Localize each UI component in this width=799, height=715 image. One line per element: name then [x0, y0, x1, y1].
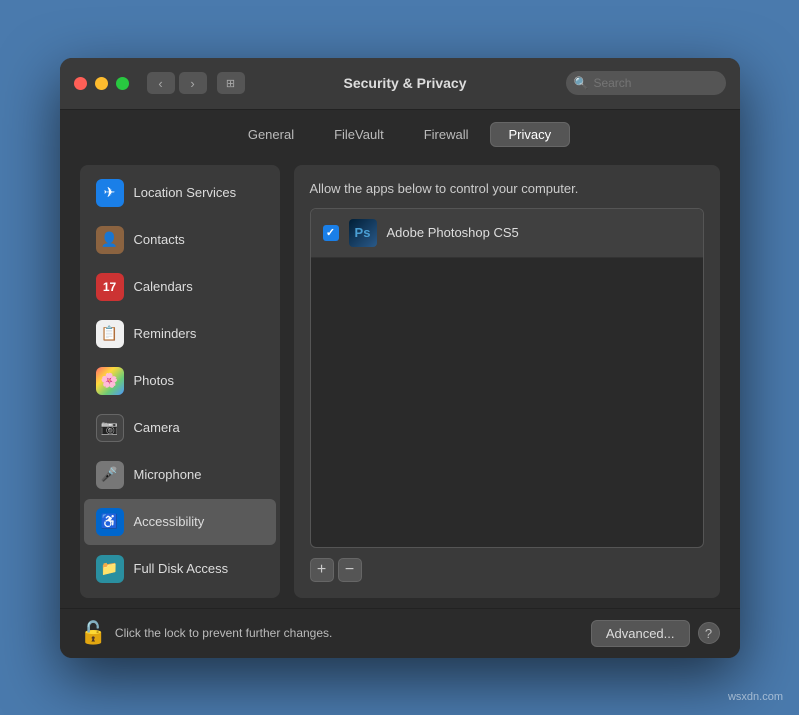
tab-firewall[interactable]: Firewall: [405, 122, 488, 147]
tab-privacy[interactable]: Privacy: [490, 122, 571, 147]
nav-buttons: ‹ ›: [147, 72, 207, 94]
main-content: ✈ Location Services 👤 Contacts 17 Calend…: [60, 155, 740, 608]
sidebar-item-microphone[interactable]: 🎤 Microphone: [84, 452, 276, 498]
titlebar: ‹ › ⊞ Security & Privacy 🔍: [60, 58, 740, 110]
sidebar-item-reminders[interactable]: 📋 Reminders: [84, 311, 276, 357]
search-input[interactable]: [593, 76, 717, 90]
sidebar-item-label: Full Disk Access: [134, 561, 229, 576]
sidebar-item-label: Location Services: [134, 185, 237, 200]
panel-actions: + −: [310, 558, 704, 582]
maximize-button[interactable]: [116, 77, 129, 90]
sidebar-item-full-disk-access[interactable]: 📁 Full Disk Access: [84, 546, 276, 592]
sidebar-item-calendars[interactable]: 17 Calendars: [84, 264, 276, 310]
sidebar-item-label: Microphone: [134, 467, 202, 482]
forward-button[interactable]: ›: [179, 72, 207, 94]
apps-list: Ps Adobe Photoshop CS5: [310, 208, 704, 548]
sidebar-item-label: Camera: [134, 420, 180, 435]
lock-icon[interactable]: 🔓: [80, 620, 107, 646]
contacts-icon: 👤: [96, 226, 124, 254]
sidebar-item-contacts[interactable]: 👤 Contacts: [84, 217, 276, 263]
panel-description: Allow the apps below to control your com…: [310, 181, 704, 196]
search-icon: 🔍: [574, 76, 589, 90]
photos-icon: 🌸: [96, 367, 124, 395]
system-preferences-window: ‹ › ⊞ Security & Privacy 🔍 General FileV…: [60, 58, 740, 658]
app-checkbox-photoshop[interactable]: [323, 225, 339, 241]
window-title: Security & Privacy: [255, 75, 556, 91]
calendars-icon: 17: [96, 273, 124, 301]
sidebar-item-label: Reminders: [134, 326, 197, 341]
advanced-button[interactable]: Advanced...: [591, 620, 690, 647]
sidebar-item-label: Contacts: [134, 232, 185, 247]
search-box[interactable]: 🔍: [566, 71, 726, 95]
microphone-icon: 🎤: [96, 461, 124, 489]
lock-area: 🔓 Click the lock to prevent further chan…: [80, 620, 591, 646]
sidebar-item-accessibility[interactable]: ♿ Accessibility: [84, 499, 276, 545]
tabs-row: General FileVault Firewall Privacy: [60, 110, 740, 155]
sidebar-item-photos[interactable]: 🌸 Photos: [84, 358, 276, 404]
sidebar-item-label: Photos: [134, 373, 174, 388]
sidebar-item-camera[interactable]: 📷 Camera: [84, 405, 276, 451]
close-button[interactable]: [74, 77, 87, 90]
tab-filevault[interactable]: FileVault: [315, 122, 403, 147]
traffic-lights: [74, 77, 129, 90]
add-app-button[interactable]: +: [310, 558, 334, 582]
remove-app-button[interactable]: −: [338, 558, 362, 582]
watermark: wsxdn.com: [728, 691, 783, 703]
full-disk-access-icon: 📁: [96, 555, 124, 583]
tab-general[interactable]: General: [229, 122, 313, 147]
help-button[interactable]: ?: [698, 622, 720, 644]
app-name: Adobe Photoshop CS5: [387, 225, 519, 240]
sidebar-item-label: Calendars: [134, 279, 193, 294]
location-services-icon: ✈: [96, 179, 124, 207]
camera-icon: 📷: [96, 414, 124, 442]
sidebar-item-label: Accessibility: [134, 514, 205, 529]
lock-text: Click the lock to prevent further change…: [115, 626, 332, 640]
reminders-icon: 📋: [96, 320, 124, 348]
back-button[interactable]: ‹: [147, 72, 175, 94]
grid-view-button[interactable]: ⊞: [217, 72, 245, 94]
accessibility-icon: ♿: [96, 508, 124, 536]
minimize-button[interactable]: [95, 77, 108, 90]
photoshop-app-icon: Ps: [349, 219, 377, 247]
bottom-bar: 🔓 Click the lock to prevent further chan…: [60, 608, 740, 658]
sidebar-item-location-services[interactable]: ✈ Location Services: [84, 170, 276, 216]
sidebar: ✈ Location Services 👤 Contacts 17 Calend…: [80, 165, 280, 598]
table-row: Ps Adobe Photoshop CS5: [311, 209, 703, 258]
right-panel: Allow the apps below to control your com…: [294, 165, 720, 598]
